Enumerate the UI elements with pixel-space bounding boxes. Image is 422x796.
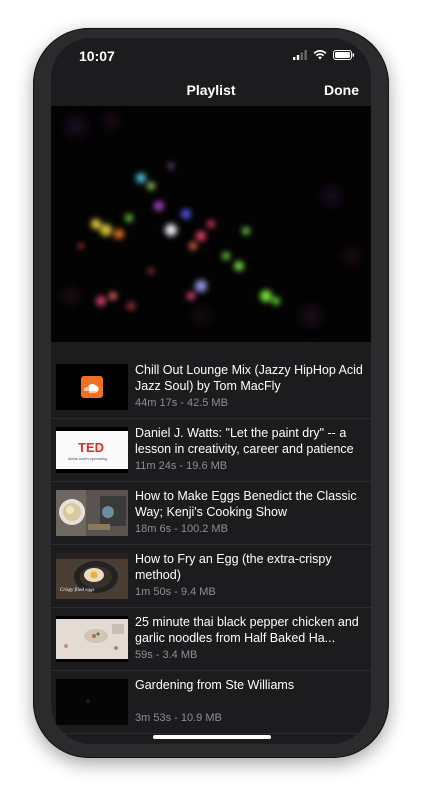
playlist-item[interactable]: Crispy fried eggs How to Fry an Egg (the… — [51, 545, 371, 608]
item-duration-size: 59s - 3.4 MB — [135, 649, 198, 661]
item-duration-size: 11m 24s - 19.6 MB — [135, 460, 228, 472]
noodles-photo-icon — [56, 619, 128, 659]
playlist-list: Chill Out Lounge Mix (Jazzy HipHop Acid … — [51, 356, 371, 734]
ted-logo-text: TED — [78, 440, 104, 455]
item-duration-size: 3m 53s - 10.9 MB — [135, 712, 222, 724]
item-duration-size: 44m 17s - 42.5 MB — [135, 397, 228, 409]
item-thumbnail: Crispy fried eggs — [56, 553, 128, 599]
item-duration-size: 1m 50s - 9.4 MB — [135, 586, 216, 598]
item-thumbnail — [56, 679, 128, 725]
status-bar: 10:07 — [51, 38, 371, 74]
item-title: How to Make Eggs Benedict the Classic Wa… — [135, 489, 357, 519]
video-frame-bokeh-lights — [51, 106, 371, 342]
item-title: How to Fry an Egg (the extra-crispy meth… — [135, 552, 332, 582]
video-player[interactable] — [51, 106, 371, 342]
item-title: Gardening from Ste Williams — [135, 678, 295, 692]
soundcloud-logo-icon — [56, 364, 128, 410]
battery-icon — [333, 50, 355, 60]
wifi-icon — [313, 50, 327, 60]
item-thumbnail — [56, 364, 128, 410]
item-duration-size: 18m 6s - 100.2 MB — [135, 523, 228, 535]
item-title: Chill Out Lounge Mix (Jazzy HipHop Acid … — [135, 363, 363, 393]
item-thumbnail — [56, 616, 128, 662]
status-time: 10:07 — [79, 48, 115, 64]
cellular-signal-icon — [293, 50, 307, 60]
item-title: Daniel J. Watts: "Let the paint dry" -- … — [135, 426, 354, 456]
playlist-item[interactable]: Gardening from Ste Williams 3m 53s - 10.… — [51, 671, 371, 734]
ted-tagline-text: Ideas worth spreading — [68, 456, 107, 461]
home-indicator[interactable] — [153, 735, 271, 739]
ted-logo-icon: TED Ideas worth spreading — [56, 431, 128, 469]
done-button[interactable]: Done — [324, 82, 359, 98]
playlist-item[interactable]: TED Ideas worth spreading Daniel J. Watt… — [51, 419, 371, 482]
item-title: 25 minute thai black pepper chicken and … — [135, 615, 359, 645]
eggs-benedict-photo-icon — [56, 490, 128, 536]
item-thumbnail — [56, 490, 128, 536]
page-title: Playlist — [186, 82, 236, 98]
playlist-item[interactable]: Chill Out Lounge Mix (Jazzy HipHop Acid … — [51, 356, 371, 419]
dark-thumbnail-icon — [56, 679, 128, 725]
playlist-item[interactable]: How to Make Eggs Benedict the Classic Wa… — [51, 482, 371, 545]
playlist-item[interactable]: 25 minute thai black pepper chicken and … — [51, 608, 371, 671]
status-icons — [293, 50, 355, 60]
navigation-bar: Playlist Done — [51, 76, 371, 106]
fried-egg-photo-icon: Crispy fried eggs — [56, 553, 128, 599]
app-screen: 10:07 Playlist Done Chill Out Lounge Mix… — [51, 38, 371, 744]
fried-egg-caption: Crispy fried eggs — [60, 588, 94, 593]
item-thumbnail: TED Ideas worth spreading — [56, 427, 128, 473]
